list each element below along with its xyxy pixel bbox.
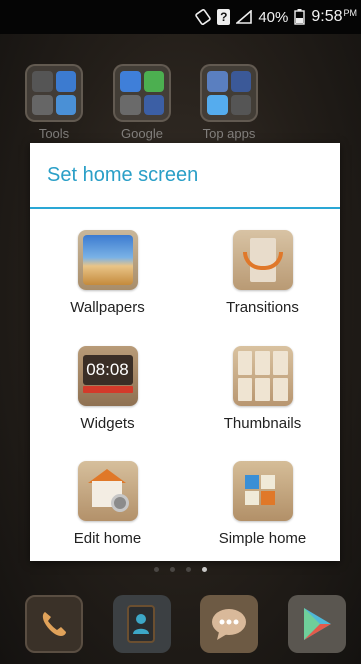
option-transitions[interactable]: Transitions [185,211,340,321]
set-home-screen-dialog: Set home screen Wallpapers Transitions 0… [30,143,340,561]
option-label: Wallpapers [70,299,145,316]
folder-label-top-apps: Top apps [202,126,256,141]
page-dot[interactable] [186,567,191,572]
thumbnails-icon [232,346,293,406]
folder-tools[interactable] [25,64,83,122]
phone-icon[interactable] [25,595,83,653]
option-widgets[interactable]: 08:08 Widgets [30,327,185,437]
page-dot[interactable] [170,567,175,572]
option-label: Edit home [73,530,142,547]
page-dot[interactable] [154,567,159,572]
contacts-icon[interactable] [113,595,171,653]
transitions-icon [232,230,293,290]
option-edit-home[interactable]: Edit home [30,442,185,552]
option-label: Simple home [218,530,307,547]
wallpapers-icon [77,230,138,290]
option-wallpapers[interactable]: Wallpapers [30,211,185,321]
clock-ampm: PM [343,7,358,18]
option-label: Transitions [226,299,299,316]
option-thumbnails[interactable]: Thumbnails [185,327,340,437]
signal-icon [236,10,253,24]
home-screen: ? 40% 9:58 PM Tools Google Top apps Set … [0,0,361,664]
widget-clock: 08:08 [82,355,133,385]
folder-label-google: Google [121,126,163,141]
page-dot-active[interactable] [202,567,207,572]
clock-time: 9:58 [311,7,343,25]
option-simple-home[interactable]: Simple home [185,442,340,552]
status-bar: ? 40% 9:58 PM [0,0,361,34]
option-label: Widgets [80,415,135,432]
folder-google[interactable] [113,64,171,122]
play-store-icon[interactable] [288,595,346,653]
battery-percent: 40% [258,8,289,26]
folder-label-tools: Tools [38,126,70,141]
battery-icon [294,9,306,25]
simple-home-icon [232,461,293,521]
rotation-lock-icon [195,9,212,25]
widgets-icon: 08:08 [77,346,138,406]
dialog-title: Set home screen [30,143,340,209]
messages-icon[interactable] [200,595,258,653]
question-sim-icon: ? [217,9,231,25]
edit-home-icon [77,461,138,521]
folder-top-apps[interactable] [200,64,258,122]
page-indicator [0,567,361,572]
option-label: Thumbnails [223,415,302,432]
